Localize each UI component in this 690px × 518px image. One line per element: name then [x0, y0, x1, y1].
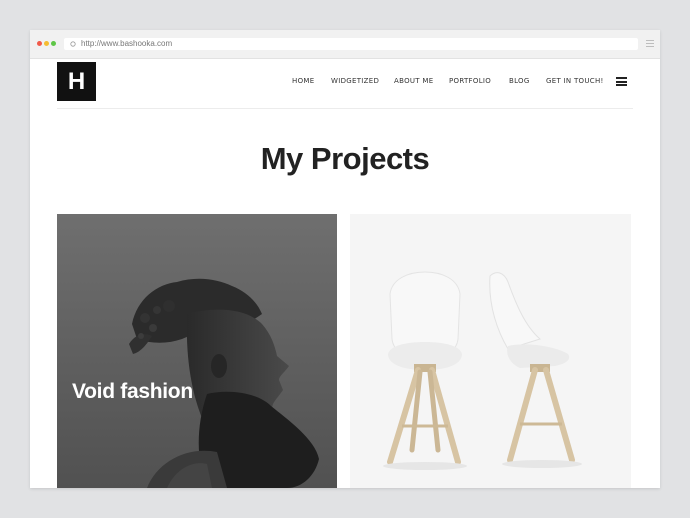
browser-window: http://www.bashooka.com H HOME WIDGETIZE…: [30, 30, 660, 488]
project-title[interactable]: Void fashion: [72, 380, 193, 404]
nav-portfolio[interactable]: PORTFOLIO: [449, 77, 491, 85]
close-window-dot[interactable]: [37, 41, 42, 46]
bearded-man-portrait-image: [129, 278, 319, 488]
address-bar[interactable]: http://www.bashooka.com: [64, 38, 638, 50]
project-card-chairs[interactable]: [350, 214, 631, 488]
nav-widgetized[interactable]: WIDGETIZED: [331, 77, 379, 85]
minimize-window-dot[interactable]: [44, 41, 49, 46]
project-card-void-fashion[interactable]: Void fashion: [57, 214, 337, 488]
maximize-window-dot[interactable]: [51, 41, 56, 46]
page-title: My Projects: [260, 141, 430, 176]
nav-blog[interactable]: BLOG: [509, 77, 530, 85]
hamburger-menu-icon[interactable]: [616, 77, 627, 86]
search-icon: [70, 41, 76, 47]
nav-home[interactable]: HOME: [292, 77, 314, 85]
nav-about-me[interactable]: ABOUT ME: [394, 77, 433, 85]
browser-toolbar: http://www.bashooka.com: [30, 30, 660, 59]
nav-get-in-touch[interactable]: GET IN TOUCH!: [546, 77, 604, 85]
white-chairs-image: [383, 271, 582, 470]
site-header: H HOME WIDGETIZED ABOUT ME PORTFOLIO BLO…: [57, 58, 633, 109]
browser-menu-icon[interactable]: [646, 40, 654, 49]
url-text: http://www.bashooka.com: [81, 39, 173, 48]
site-logo[interactable]: H: [57, 62, 96, 101]
